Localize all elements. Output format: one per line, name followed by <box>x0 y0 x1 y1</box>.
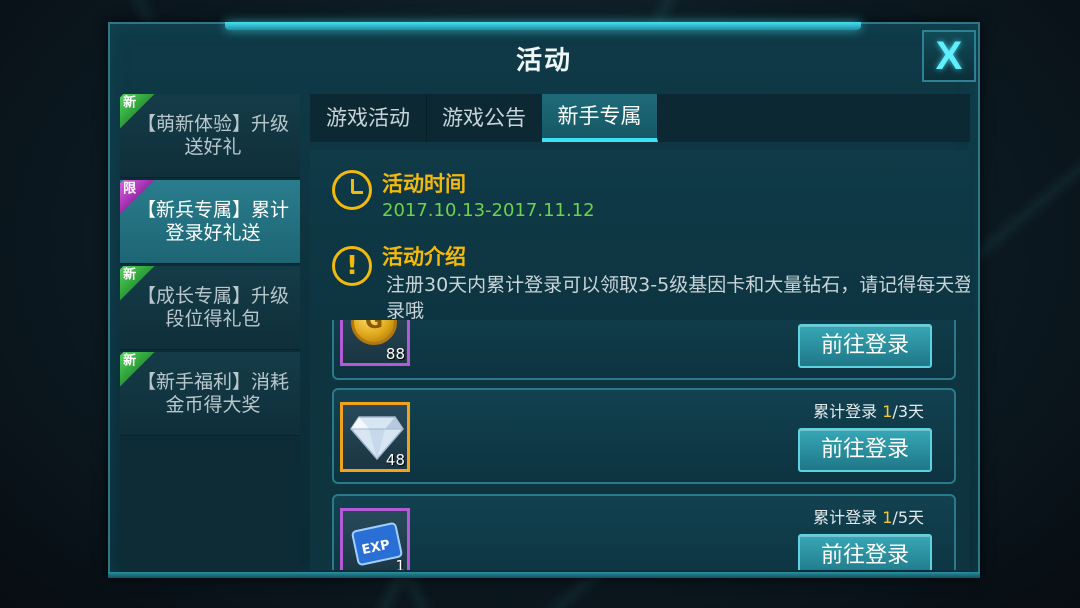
activity-desc-text: 注册30天内累计登录可以领取3-5级基因卡和大量钻石，请记得每天登录哦 <box>386 274 970 322</box>
activity-desc-title: 活动介绍 <box>382 245 466 269</box>
sidebar-item-label: 【萌新体验】升级送好礼 <box>136 112 289 158</box>
activity-sidebar: 新 【萌新体验】升级送好礼 限 【新兵专属】累计登录好礼送 新 【成长专属】升级… <box>120 94 300 572</box>
clock-icon <box>332 170 372 210</box>
tab-game-announcements[interactable]: 游戏公告 <box>426 94 543 142</box>
login-progress: 累计登录 1/5天 <box>813 508 924 527</box>
window-title: 活动 <box>515 46 572 76</box>
tab-game-events[interactable]: 游戏活动 <box>310 94 427 142</box>
sidebar-item-growth-rank[interactable]: 新 【成长专属】升级段位得礼包 <box>120 266 300 350</box>
item-count: 88 <box>385 345 405 363</box>
tab-bar: 游戏活动 游戏公告 新手专属 <box>310 94 970 142</box>
sidebar-item-label: 【成长专属】升级段位得礼包 <box>136 284 289 330</box>
item-count: 1 <box>395 557 405 570</box>
tab-newbie-exclusive[interactable]: 新手专属 <box>542 94 658 142</box>
activity-info: 活动时间 2017.10.13-2017.11.12 ! 活动介绍 注册30天内… <box>310 150 970 322</box>
sidebar-item-label: 【新兵专属】累计登录好礼送 <box>136 198 289 244</box>
item-count: 48 <box>385 451 405 469</box>
reward-row: EXP 1 累计登录 1/5天 前往登录 <box>332 494 956 570</box>
login-progress: 累计登录 1/3天 <box>813 402 924 421</box>
go-login-button[interactable]: 前往登录 <box>798 324 932 368</box>
close-button[interactable]: X <box>922 30 976 82</box>
item-slot[interactable]: 48 <box>340 402 410 472</box>
activity-time-value: 2017.10.13-2017.11.12 <box>382 200 595 221</box>
activity-content[interactable]: 活动时间 2017.10.13-2017.11.12 ! 活动介绍 注册30天内… <box>310 150 970 570</box>
item-slot[interactable]: EXP 1 <box>340 508 410 570</box>
exclamation-icon: ! <box>332 246 372 286</box>
sidebar-item-newbie-coins[interactable]: 新 【新手福利】消耗金币得大奖 <box>120 352 300 436</box>
go-login-button[interactable]: 前往登录 <box>798 428 932 472</box>
sidebar-item-newbie-experience[interactable]: 新 【萌新体验】升级送好礼 <box>120 94 300 178</box>
panel-bottom-glow <box>108 572 980 578</box>
close-icon: X <box>935 34 963 78</box>
panel-top-glow <box>225 22 861 30</box>
go-login-button[interactable]: 前往登录 <box>798 534 932 570</box>
sidebar-item-label: 【新手福利】消耗金币得大奖 <box>136 370 289 416</box>
activity-time-title: 活动时间 <box>382 172 466 196</box>
reward-row: 48 累计登录 1/3天 前往登录 <box>332 388 956 484</box>
sidebar-item-recruit-login[interactable]: 限 【新兵专属】累计登录好礼送 <box>120 180 300 264</box>
